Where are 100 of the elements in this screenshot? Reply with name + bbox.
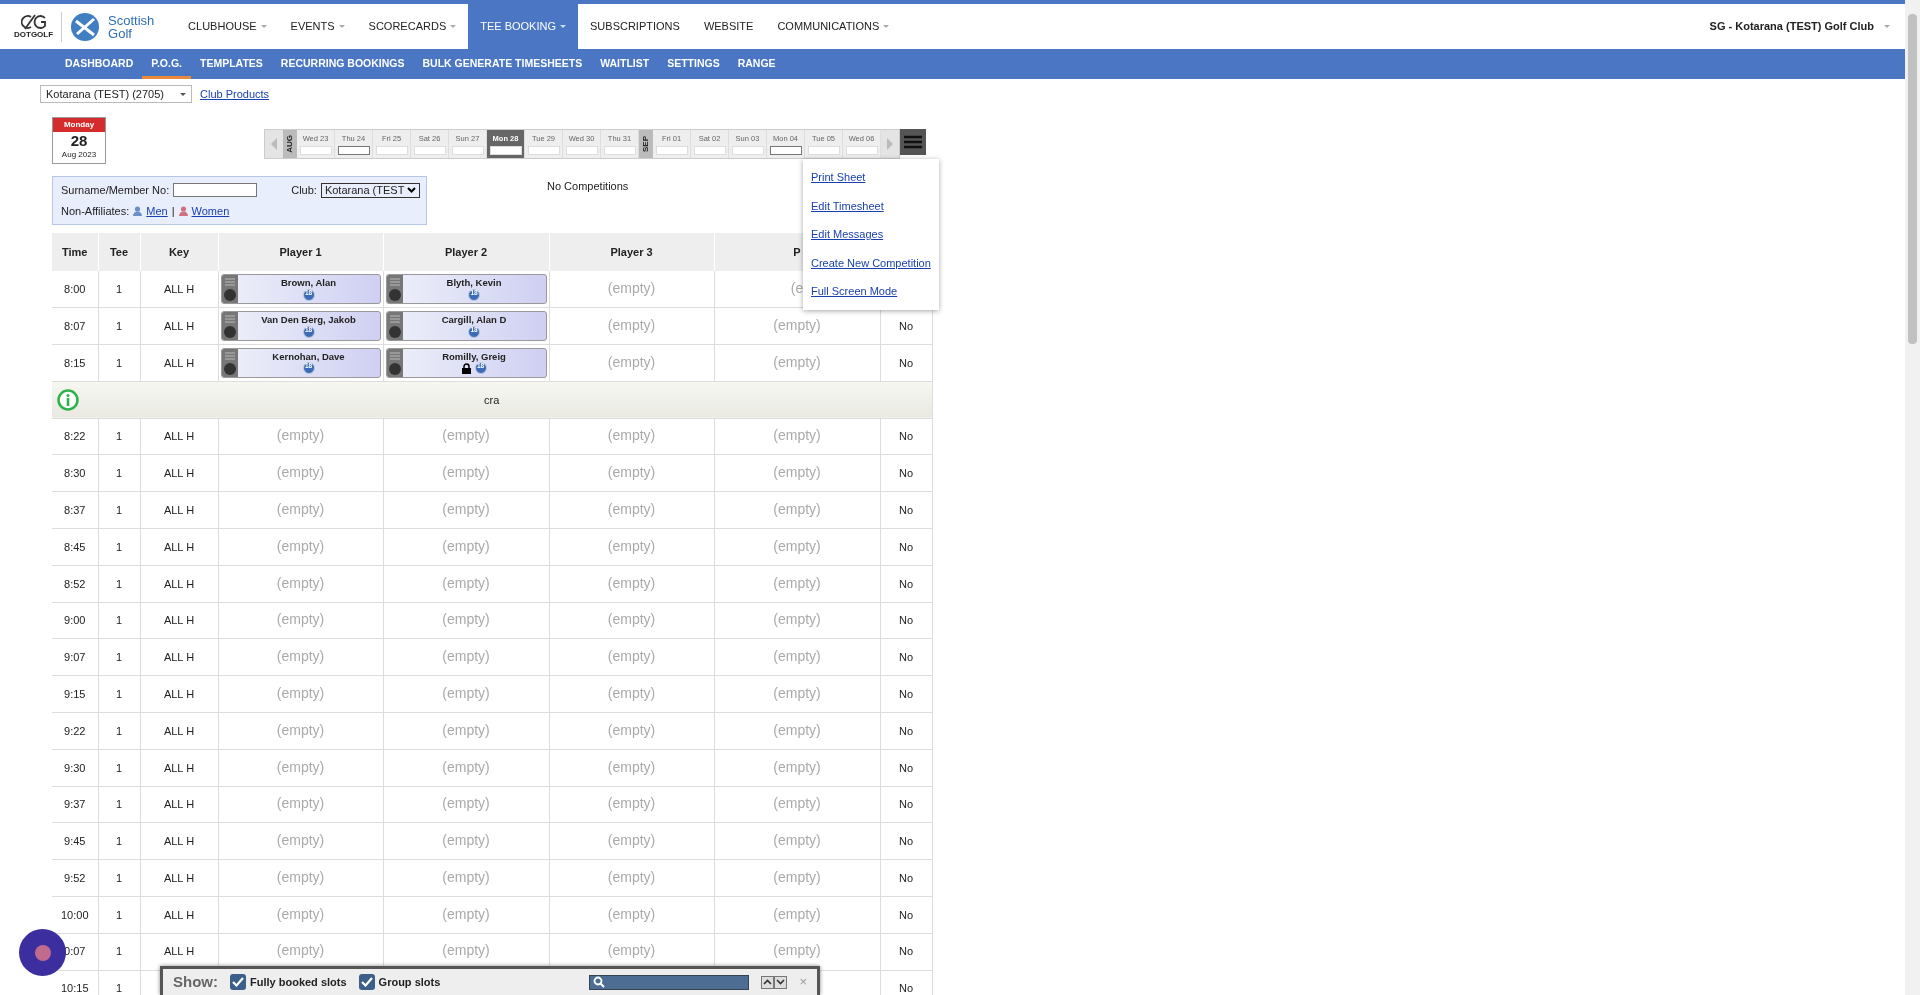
empty-slot[interactable]: (empty)	[773, 501, 821, 517]
empty-slot[interactable]: (empty)	[276, 869, 325, 885]
subnav-tab[interactable]: BULK GENERATE TIMESHEETS	[413, 49, 592, 79]
empty-slot[interactable]: (empty)	[773, 465, 821, 480]
empty-slot[interactable]: (empty)	[773, 354, 821, 370]
empty-slot[interactable]: (empty)	[773, 428, 821, 443]
empty-slot[interactable]: (empty)	[607, 317, 656, 333]
men-link[interactable]: Men	[146, 202, 168, 219]
empty-slot[interactable]: (empty)	[773, 906, 821, 922]
empty-slot[interactable]: (empty)	[773, 796, 821, 811]
subnav-tab[interactable]: WAITLIST	[591, 49, 659, 79]
empty-slot[interactable]: (empty)	[276, 759, 325, 775]
empty-slot[interactable]: (empty)	[442, 575, 490, 591]
women-link[interactable]: Women	[191, 202, 230, 219]
surname-input[interactable]	[173, 183, 258, 198]
nav-item[interactable]: SCORECARDS	[356, 4, 469, 49]
club-menu[interactable]: SG - Kotarana (TEST) Golf Club	[1709, 18, 1874, 35]
empty-slot[interactable]: (empty)	[607, 612, 656, 627]
nav-item[interactable]: WEBSITE	[691, 4, 766, 49]
subnav-tab[interactable]: DASHBOARD	[56, 49, 143, 79]
empty-slot[interactable]: (empty)	[442, 649, 490, 664]
empty-slot[interactable]: (empty)	[607, 869, 656, 885]
empty-slot[interactable]: (empty)	[276, 906, 325, 922]
club-products-link[interactable]: Club Products	[200, 85, 270, 103]
empty-slot[interactable]: (empty)	[442, 759, 490, 775]
menu-link[interactable]: Full Screen Mode	[811, 283, 931, 300]
empty-slot[interactable]: (empty)	[607, 280, 656, 296]
empty-slot[interactable]: (empty)	[442, 465, 490, 480]
empty-slot[interactable]: (empty)	[773, 575, 821, 591]
empty-slot[interactable]: (empty)	[773, 649, 821, 664]
nav-item[interactable]: EVENTS	[278, 4, 357, 49]
empty-slot[interactable]: (empty)	[442, 685, 490, 701]
nav-item[interactable]: CLUBHOUSE	[176, 4, 279, 49]
empty-slot[interactable]: (empty)	[442, 501, 490, 517]
empty-slot[interactable]: (empty)	[773, 612, 821, 627]
empty-slot[interactable]: (empty)	[607, 943, 656, 959]
empty-slot[interactable]: (empty)	[607, 428, 656, 443]
empty-slot[interactable]: (empty)	[276, 833, 325, 848]
empty-slot[interactable]: (empty)	[442, 869, 490, 885]
empty-slot[interactable]: (empty)	[773, 943, 821, 959]
search-field[interactable]	[589, 974, 750, 990]
empty-slot[interactable]: (empty)	[773, 869, 821, 885]
empty-slot[interactable]: (empty)	[276, 612, 325, 627]
empty-slot[interactable]: (empty)	[607, 722, 656, 738]
empty-slot[interactable]: (empty)	[442, 428, 490, 443]
empty-slot[interactable]: (empty)	[276, 943, 325, 959]
empty-slot[interactable]: (empty)	[442, 833, 490, 848]
empty-slot[interactable]: (empty)	[276, 796, 325, 811]
menu-link[interactable]: Print Sheet	[811, 169, 931, 186]
empty-slot[interactable]: (empty)	[607, 538, 656, 554]
empty-slot[interactable]: (empty)	[607, 906, 656, 922]
empty-slot[interactable]: (e	[790, 280, 804, 296]
checkbox[interactable]	[230, 974, 246, 990]
empty-slot[interactable]: (empty)	[773, 722, 821, 738]
empty-slot[interactable]: (empty)	[773, 759, 821, 775]
empty-slot[interactable]: (empty)	[773, 317, 821, 333]
empty-slot[interactable]: (empty)	[607, 575, 656, 591]
chat-button[interactable]	[19, 929, 66, 976]
subnav-tab[interactable]: TEMPLATES	[191, 49, 272, 79]
empty-slot[interactable]: (empty)	[276, 501, 325, 517]
empty-slot[interactable]: (empty)	[607, 501, 656, 517]
scrollbar-thumb[interactable]	[1908, 14, 1917, 344]
checkbox[interactable]	[358, 974, 375, 990]
empty-slot[interactable]: (empty)	[276, 685, 325, 701]
empty-slot[interactable]: (empty)	[607, 465, 656, 480]
empty-slot[interactable]: (empty)	[607, 796, 656, 811]
scrollbar[interactable]	[1905, 0, 1920, 995]
menu-button[interactable]	[900, 129, 926, 155]
empty-slot[interactable]: (empty)	[276, 538, 325, 554]
empty-slot[interactable]: (empty)	[607, 759, 656, 775]
empty-slot[interactable]: (empty)	[607, 685, 656, 701]
close-button[interactable]: ×	[799, 972, 807, 992]
empty-slot[interactable]: (empty)	[607, 649, 656, 664]
empty-slot[interactable]: (empty)	[773, 685, 821, 701]
club-select[interactable]: Kotarana (TEST	[320, 182, 421, 198]
empty-slot[interactable]: (empty)	[442, 796, 490, 811]
subnav-tab[interactable]: SETTINGS	[658, 49, 729, 79]
nav-item[interactable]: SUBSCRIPTIONS	[578, 4, 692, 49]
up-button[interactable]	[761, 975, 775, 989]
empty-slot[interactable]: (empty)	[276, 465, 325, 480]
empty-slot[interactable]: (empty)	[442, 943, 490, 959]
empty-slot[interactable]: (empty)	[607, 833, 656, 848]
empty-slot[interactable]: (empty)	[442, 906, 490, 922]
course-select[interactable]: Kotarana (TEST) (2705)	[40, 85, 192, 103]
empty-slot[interactable]: (empty)	[276, 575, 325, 591]
empty-slot[interactable]: (empty)	[607, 354, 656, 370]
empty-slot[interactable]: (empty)	[276, 649, 325, 664]
nav-item[interactable]: COMMUNICATIONS	[765, 4, 902, 49]
down-button[interactable]	[774, 975, 788, 989]
empty-slot[interactable]: (empty)	[442, 538, 490, 554]
subnav-tab[interactable]: RANGE	[728, 49, 785, 79]
nav-item[interactable]: TEE BOOKING	[468, 4, 578, 49]
empty-slot[interactable]: (empty)	[773, 538, 821, 554]
empty-slot[interactable]: (empty)	[773, 833, 821, 848]
empty-slot[interactable]: (empty)	[442, 722, 490, 738]
empty-slot[interactable]: (empty)	[276, 722, 325, 738]
menu-link[interactable]: Edit Timesheet	[811, 197, 931, 214]
empty-slot[interactable]: (empty)	[276, 428, 325, 443]
subnav-tab[interactable]: P.O.G.	[142, 49, 191, 79]
subnav-tab[interactable]: RECURRING BOOKINGS	[271, 49, 414, 79]
